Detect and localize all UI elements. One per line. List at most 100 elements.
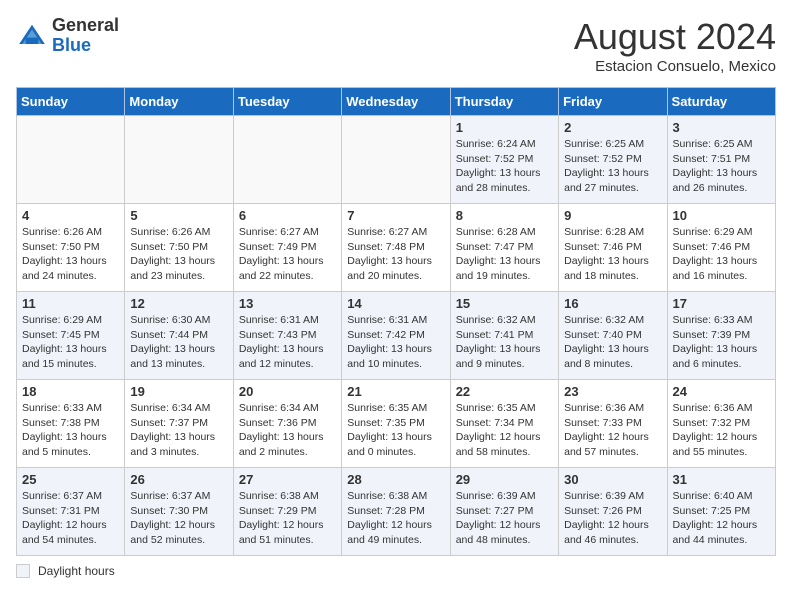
day-info: Sunrise: 6:40 AM Sunset: 7:25 PM Dayligh… <box>673 489 770 548</box>
calendar-cell: 7 Sunrise: 6:27 AM Sunset: 7:48 PM Daylig… <box>342 204 450 292</box>
day-number: 21 <box>347 384 444 399</box>
calendar-cell <box>342 116 450 204</box>
calendar-week-row: 1 Sunrise: 6:24 AM Sunset: 7:52 PM Daylig… <box>17 116 776 204</box>
calendar-cell <box>233 116 341 204</box>
logo-text: General Blue <box>52 16 119 56</box>
day-info: Sunrise: 6:27 AM Sunset: 7:48 PM Dayligh… <box>347 225 444 284</box>
day-info: Sunrise: 6:31 AM Sunset: 7:43 PM Dayligh… <box>239 313 336 372</box>
day-number: 6 <box>239 208 336 223</box>
day-number: 7 <box>347 208 444 223</box>
calendar-cell: 28 Sunrise: 6:38 AM Sunset: 7:28 PM Dayli… <box>342 468 450 556</box>
calendar-cell: 10 Sunrise: 6:29 AM Sunset: 7:46 PM Dayli… <box>667 204 775 292</box>
day-info: Sunrise: 6:37 AM Sunset: 7:31 PM Dayligh… <box>22 489 119 548</box>
day-info: Sunrise: 6:39 AM Sunset: 7:26 PM Dayligh… <box>564 489 661 548</box>
day-number: 10 <box>673 208 770 223</box>
logo-blue-text: Blue <box>52 35 91 55</box>
day-info: Sunrise: 6:25 AM Sunset: 7:52 PM Dayligh… <box>564 137 661 196</box>
calendar-cell: 27 Sunrise: 6:38 AM Sunset: 7:29 PM Dayli… <box>233 468 341 556</box>
day-number: 30 <box>564 472 661 487</box>
header-day-wednesday: Wednesday <box>342 88 450 116</box>
day-number: 28 <box>347 472 444 487</box>
calendar-week-row: 11 Sunrise: 6:29 AM Sunset: 7:45 PM Dayli… <box>17 292 776 380</box>
day-number: 15 <box>456 296 553 311</box>
calendar-cell <box>17 116 125 204</box>
calendar-cell: 12 Sunrise: 6:30 AM Sunset: 7:44 PM Dayli… <box>125 292 233 380</box>
logo-general-text: General <box>52 15 119 35</box>
day-info: Sunrise: 6:30 AM Sunset: 7:44 PM Dayligh… <box>130 313 227 372</box>
calendar-cell: 30 Sunrise: 6:39 AM Sunset: 7:26 PM Dayli… <box>559 468 667 556</box>
calendar-cell: 9Sunrise: 6:28 AM Sunset: 7:46 PM Daylig… <box>559 204 667 292</box>
day-info: Sunrise: 6:35 AM Sunset: 7:34 PM Dayligh… <box>456 401 553 460</box>
header-day-friday: Friday <box>559 88 667 116</box>
calendar-cell: 13Sunrise: 6:31 AM Sunset: 7:43 PM Dayli… <box>233 292 341 380</box>
day-info: Sunrise: 6:29 AM Sunset: 7:46 PM Dayligh… <box>673 225 770 284</box>
calendar-table: SundayMondayTuesdayWednesdayThursdayFrid… <box>16 87 776 556</box>
day-info: Sunrise: 6:36 AM Sunset: 7:32 PM Dayligh… <box>673 401 770 460</box>
calendar-cell: 20Sunrise: 6:34 AM Sunset: 7:36 PM Dayli… <box>233 380 341 468</box>
day-info: Sunrise: 6:36 AM Sunset: 7:33 PM Dayligh… <box>564 401 661 460</box>
day-number: 26 <box>130 472 227 487</box>
location-subtitle: Estacion Consuelo, Mexico <box>574 58 776 75</box>
day-info: Sunrise: 6:32 AM Sunset: 7:41 PM Dayligh… <box>456 313 553 372</box>
day-info: Sunrise: 6:38 AM Sunset: 7:29 PM Dayligh… <box>239 489 336 548</box>
calendar-week-row: 18Sunrise: 6:33 AM Sunset: 7:38 PM Dayli… <box>17 380 776 468</box>
header-day-thursday: Thursday <box>450 88 558 116</box>
day-number: 11 <box>22 296 119 311</box>
day-number: 5 <box>130 208 227 223</box>
day-number: 29 <box>456 472 553 487</box>
day-number: 2 <box>564 120 661 135</box>
day-info: Sunrise: 6:25 AM Sunset: 7:51 PM Dayligh… <box>673 137 770 196</box>
legend: Daylight hours <box>16 564 776 578</box>
day-number: 16 <box>564 296 661 311</box>
legend-box <box>16 564 30 578</box>
day-number: 23 <box>564 384 661 399</box>
day-number: 27 <box>239 472 336 487</box>
day-number: 12 <box>130 296 227 311</box>
day-info: Sunrise: 6:33 AM Sunset: 7:39 PM Dayligh… <box>673 313 770 372</box>
day-info: Sunrise: 6:38 AM Sunset: 7:28 PM Dayligh… <box>347 489 444 548</box>
calendar-cell: 4Sunrise: 6:26 AM Sunset: 7:50 PM Daylig… <box>17 204 125 292</box>
legend-label: Daylight hours <box>38 564 115 578</box>
day-info: Sunrise: 6:28 AM Sunset: 7:47 PM Dayligh… <box>456 225 553 284</box>
day-info: Sunrise: 6:26 AM Sunset: 7:50 PM Dayligh… <box>22 225 119 284</box>
day-number: 1 <box>456 120 553 135</box>
day-info: Sunrise: 6:34 AM Sunset: 7:37 PM Dayligh… <box>130 401 227 460</box>
calendar-cell: 1 Sunrise: 6:24 AM Sunset: 7:52 PM Daylig… <box>450 116 558 204</box>
calendar-cell: 3 Sunrise: 6:25 AM Sunset: 7:51 PM Daylig… <box>667 116 775 204</box>
day-info: Sunrise: 6:24 AM Sunset: 7:52 PM Dayligh… <box>456 137 553 196</box>
logo: General Blue <box>16 16 119 56</box>
day-number: 20 <box>239 384 336 399</box>
calendar-week-row: 4Sunrise: 6:26 AM Sunset: 7:50 PM Daylig… <box>17 204 776 292</box>
calendar-cell: 25 Sunrise: 6:37 AM Sunset: 7:31 PM Dayli… <box>17 468 125 556</box>
calendar-cell: 16 Sunrise: 6:32 AM Sunset: 7:40 PM Dayli… <box>559 292 667 380</box>
day-info: Sunrise: 6:33 AM Sunset: 7:38 PM Dayligh… <box>22 401 119 460</box>
header-day-saturday: Saturday <box>667 88 775 116</box>
day-info: Sunrise: 6:37 AM Sunset: 7:30 PM Dayligh… <box>130 489 227 548</box>
day-info: Sunrise: 6:35 AM Sunset: 7:35 PM Dayligh… <box>347 401 444 460</box>
month-title: August 2024 <box>574 16 776 58</box>
calendar-cell: 21 Sunrise: 6:35 AM Sunset: 7:35 PM Dayli… <box>342 380 450 468</box>
calendar-cell: 23 Sunrise: 6:36 AM Sunset: 7:33 PM Dayli… <box>559 380 667 468</box>
calendar-cell: 11 Sunrise: 6:29 AM Sunset: 7:45 PM Dayli… <box>17 292 125 380</box>
day-number: 22 <box>456 384 553 399</box>
calendar-cell: 19Sunrise: 6:34 AM Sunset: 7:37 PM Dayli… <box>125 380 233 468</box>
day-number: 3 <box>673 120 770 135</box>
calendar-cell: 24 Sunrise: 6:36 AM Sunset: 7:32 PM Dayli… <box>667 380 775 468</box>
day-number: 8 <box>456 208 553 223</box>
day-number: 17 <box>673 296 770 311</box>
day-number: 31 <box>673 472 770 487</box>
calendar-cell: 5Sunrise: 6:26 AM Sunset: 7:50 PM Daylig… <box>125 204 233 292</box>
calendar-cell: 26 Sunrise: 6:37 AM Sunset: 7:30 PM Dayli… <box>125 468 233 556</box>
calendar-header-row: SundayMondayTuesdayWednesdayThursdayFrid… <box>17 88 776 116</box>
day-info: Sunrise: 6:31 AM Sunset: 7:42 PM Dayligh… <box>347 313 444 372</box>
calendar-cell: 18Sunrise: 6:33 AM Sunset: 7:38 PM Dayli… <box>17 380 125 468</box>
day-info: Sunrise: 6:32 AM Sunset: 7:40 PM Dayligh… <box>564 313 661 372</box>
day-number: 24 <box>673 384 770 399</box>
day-number: 25 <box>22 472 119 487</box>
header: General Blue August 2024 Estacion Consue… <box>16 16 776 75</box>
day-info: Sunrise: 6:28 AM Sunset: 7:46 PM Dayligh… <box>564 225 661 284</box>
calendar-cell: 6 Sunrise: 6:27 AM Sunset: 7:49 PM Daylig… <box>233 204 341 292</box>
day-info: Sunrise: 6:27 AM Sunset: 7:49 PM Dayligh… <box>239 225 336 284</box>
day-info: Sunrise: 6:29 AM Sunset: 7:45 PM Dayligh… <box>22 313 119 372</box>
calendar-cell <box>125 116 233 204</box>
